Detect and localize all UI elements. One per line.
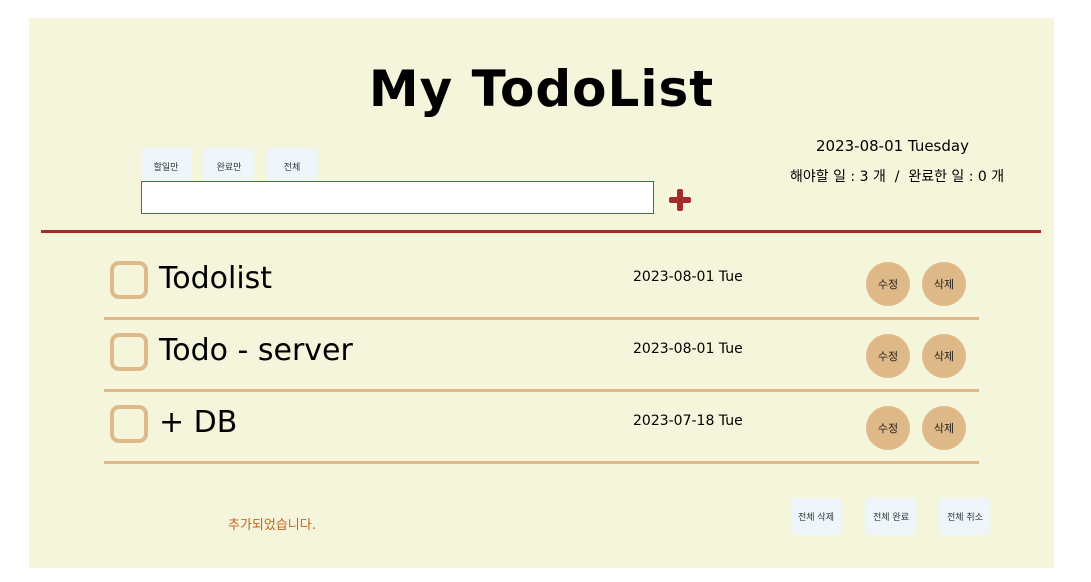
edit-button[interactable]: 수정 xyxy=(866,262,910,306)
plus-icon[interactable] xyxy=(669,188,693,212)
filter-all-button[interactable]: 전체 xyxy=(267,148,317,185)
todo-checkbox[interactable] xyxy=(110,333,148,371)
current-date: 2023-08-01 Tuesday xyxy=(816,137,969,155)
todo-item: Todo - server 2023-08-01 Tue 수정 삭제 xyxy=(104,319,979,392)
todo-checkbox[interactable] xyxy=(110,405,148,443)
delete-all-button[interactable]: 전체 삭제 xyxy=(791,498,841,535)
status-message: 추가되었습니다. xyxy=(228,518,316,533)
todo-input[interactable] xyxy=(141,181,654,214)
delete-button[interactable]: 삭제 xyxy=(922,262,966,306)
todo-app-panel: My TodoList 2023-08-01 Tuesday 해야할 일 : 3… xyxy=(29,18,1054,568)
filter-todo-only-button[interactable]: 할일만 xyxy=(141,148,191,185)
page-title: My TodoList xyxy=(368,60,715,118)
todo-text: Todolist xyxy=(159,261,273,296)
cancel-all-button[interactable]: 전체 취소 xyxy=(940,498,990,535)
todo-checkbox[interactable] xyxy=(110,261,148,299)
todo-text: Todo - server xyxy=(159,333,353,368)
todo-date: 2023-08-01 Tue xyxy=(633,341,743,357)
complete-all-button[interactable]: 전체 완료 xyxy=(866,498,916,535)
todo-date: 2023-07-18 Tue xyxy=(633,413,743,429)
todo-item: Todolist 2023-08-01 Tue 수정 삭제 xyxy=(104,247,979,320)
delete-button[interactable]: 삭제 xyxy=(922,334,966,378)
header-divider xyxy=(41,230,1041,233)
delete-button[interactable]: 삭제 xyxy=(922,406,966,450)
todo-counts: 해야할 일 : 3 개 / 완료한 일 : 0 개 xyxy=(790,169,1005,185)
todo-text: + DB xyxy=(159,405,238,440)
todo-date: 2023-08-01 Tue xyxy=(633,269,743,285)
filter-done-only-button[interactable]: 완료만 xyxy=(204,148,254,185)
edit-button[interactable]: 수정 xyxy=(866,406,910,450)
todo-item: + DB 2023-07-18 Tue 수정 삭제 xyxy=(104,391,979,464)
edit-button[interactable]: 수정 xyxy=(866,334,910,378)
